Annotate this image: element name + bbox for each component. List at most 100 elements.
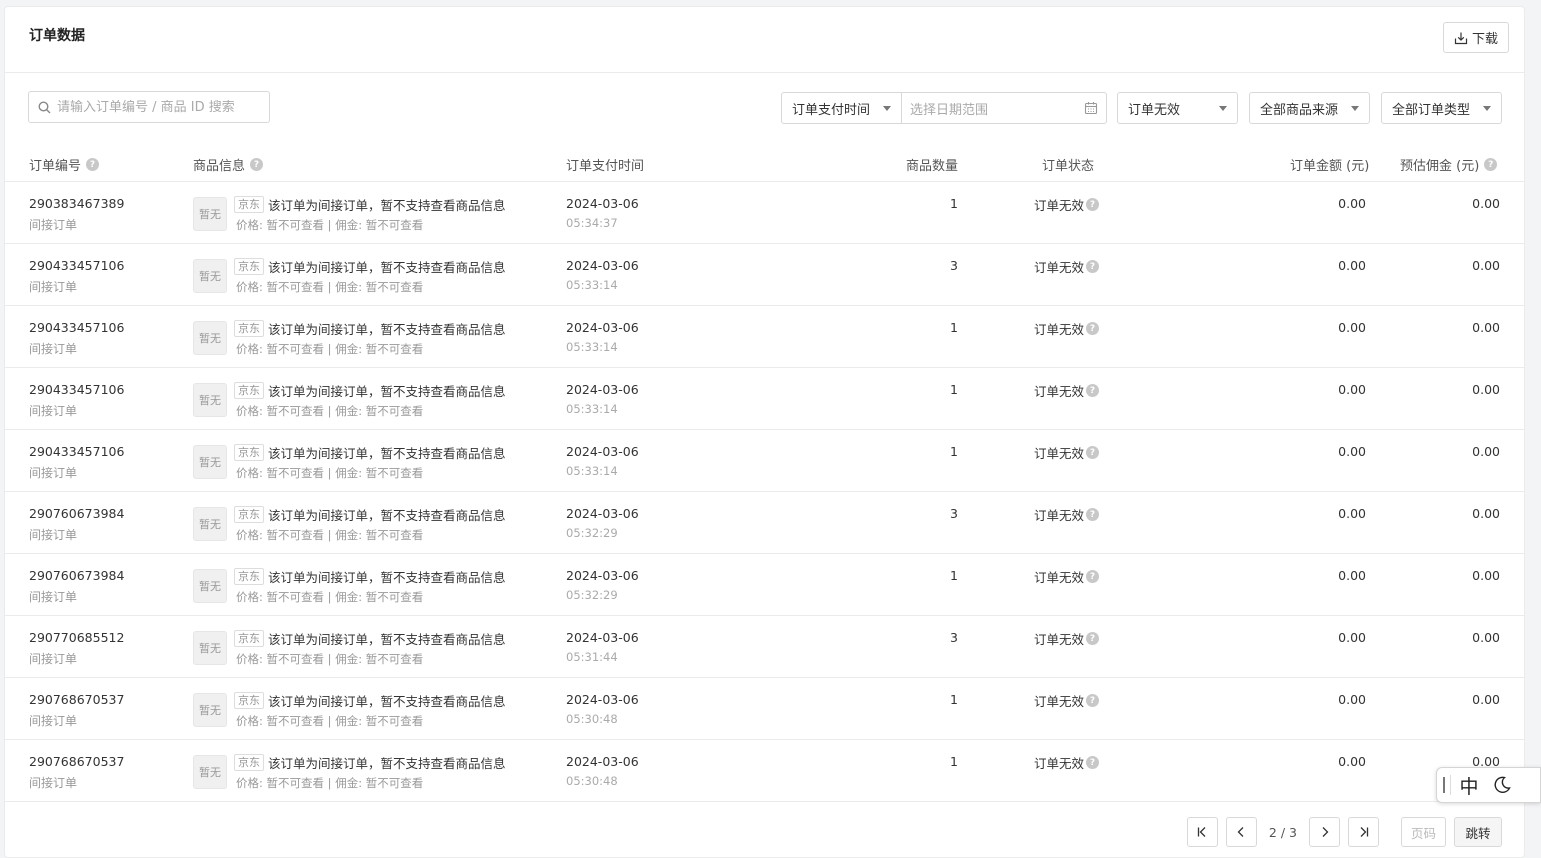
order-type: 间接订单 <box>29 342 78 356</box>
estimated-commission: 0.00 <box>1472 506 1500 521</box>
help-icon[interactable]: ? <box>86 158 100 171</box>
order-number[interactable]: 290768670537 <box>29 754 124 769</box>
ime-language-toggle[interactable]: 中 <box>1451 772 1487 799</box>
platform-tag: 京东 <box>234 320 264 337</box>
col-commission: 预估佣金 (元) ? <box>1400 155 1498 174</box>
goods-quantity: 1 <box>950 382 958 397</box>
goods-subinfo: 价格: 暂不可查看 | 佣金: 暂不可查看 <box>236 776 424 790</box>
goods-quantity: 3 <box>950 506 958 521</box>
pay-time: 05:30:48 <box>566 774 618 788</box>
goods-thumbnail: 暂无 <box>193 383 227 417</box>
help-icon[interactable]: ? <box>1086 570 1100 583</box>
help-icon[interactable]: ? <box>250 158 264 171</box>
col-qty-label: 商品数量 <box>906 159 959 174</box>
goods-subinfo: 价格: 暂不可查看 | 佣金: 暂不可查看 <box>236 528 424 542</box>
order-number[interactable]: 290770685512 <box>29 630 124 645</box>
download-button[interactable]: 下载 <box>1443 22 1509 53</box>
goods-subinfo: 价格: 暂不可查看 | 佣金: 暂不可查看 <box>236 404 424 418</box>
table-row[interactable]: 290770685512 间接订单 暂无 京东 该订单为间接订单，暂不支持查看商… <box>5 616 1524 678</box>
last-page-button[interactable] <box>1348 817 1379 847</box>
help-icon[interactable]: ? <box>1086 756 1100 769</box>
status-select[interactable]: 订单无效 <box>1117 92 1238 124</box>
estimated-commission: 0.00 <box>1472 568 1500 583</box>
help-icon[interactable]: ? <box>1086 694 1100 707</box>
help-icon[interactable]: ? <box>1086 508 1100 521</box>
goods-thumbnail: 暂无 <box>193 445 227 479</box>
table-row[interactable]: 290433457106 间接订单 暂无 京东 该订单为间接订单，暂不支持查看商… <box>5 368 1524 430</box>
order-number[interactable]: 290768670537 <box>29 692 124 707</box>
help-icon[interactable]: ? <box>1086 260 1100 273</box>
order-type: 间接订单 <box>29 404 78 418</box>
order-number[interactable]: 290433457106 <box>29 258 124 273</box>
goods-quantity: 1 <box>950 692 958 707</box>
date-type-select[interactable]: 订单支付时间 <box>782 93 902 123</box>
pay-time: 05:30:48 <box>566 712 618 726</box>
moon-icon[interactable] <box>1487 775 1517 795</box>
search-box[interactable] <box>28 91 270 123</box>
pay-date: 2024-03-06 <box>566 320 639 335</box>
col-amount: 订单金额 (元) <box>1290 155 1369 174</box>
date-filter: 订单支付时间 选择日期范围 <box>781 92 1107 124</box>
table-row[interactable]: 290760673984 间接订单 暂无 京东 该订单为间接订单，暂不支持查看商… <box>5 492 1524 554</box>
goods-subinfo: 价格: 暂不可查看 | 佣金: 暂不可查看 <box>236 590 424 604</box>
table-row[interactable]: 290768670537 间接订单 暂无 京东 该订单为间接订单，暂不支持查看商… <box>5 678 1524 740</box>
prev-page-button[interactable] <box>1225 817 1257 847</box>
table-row[interactable]: 290433457106 间接订单 暂无 京东 该订单为间接订单，暂不支持查看商… <box>5 306 1524 368</box>
order-type-select[interactable]: 全部订单类型 <box>1381 92 1502 124</box>
goods-title-line: 京东 该订单为间接订单，暂不支持查看商品信息 <box>234 567 506 586</box>
date-range-placeholder: 选择日期范围 <box>910 102 989 118</box>
pay-date: 2024-03-06 <box>566 630 639 645</box>
page-number-input[interactable]: 页码 <box>1401 817 1446 847</box>
order-number[interactable]: 290760673984 <box>29 506 124 521</box>
platform-tag: 京东 <box>234 568 264 585</box>
help-icon[interactable]: ? <box>1086 322 1100 335</box>
table-row[interactable]: 290433457106 间接订单 暂无 京东 该订单为间接订单，暂不支持查看商… <box>5 244 1524 306</box>
help-icon[interactable]: ? <box>1086 632 1100 645</box>
order-number[interactable]: 290433457106 <box>29 444 124 459</box>
col-pay-time-label: 订单支付时间 <box>566 159 645 174</box>
last-page-icon <box>1360 827 1368 837</box>
order-number[interactable]: 290383467389 <box>29 196 124 211</box>
help-icon[interactable]: ? <box>1086 384 1100 397</box>
order-number[interactable]: 290760673984 <box>29 568 124 583</box>
table-row[interactable]: 290760673984 间接订单 暂无 京东 该订单为间接订单，暂不支持查看商… <box>5 554 1524 616</box>
goods-thumbnail: 暂无 <box>193 321 227 355</box>
order-amount: 0.00 <box>1338 382 1366 397</box>
search-icon <box>38 100 51 113</box>
search-input[interactable] <box>57 99 257 115</box>
download-icon <box>1454 32 1468 44</box>
table-row[interactable]: 290433457106 间接订单 暂无 京东 该订单为间接订单，暂不支持查看商… <box>5 430 1524 492</box>
estimated-commission: 0.00 <box>1472 320 1500 335</box>
order-status: 订单无效 ? <box>1034 567 1100 586</box>
date-range-picker[interactable]: 选择日期范围 <box>902 93 1106 123</box>
goods-quantity: 3 <box>950 630 958 645</box>
order-status: 订单无效 ? <box>1034 257 1100 276</box>
order-type: 间接订单 <box>29 776 78 790</box>
help-icon[interactable]: ? <box>1086 446 1100 459</box>
next-page-button[interactable] <box>1309 817 1340 847</box>
table-row[interactable]: 290383467389 间接订单 暂无 京东 该订单为间接订单，暂不支持查看商… <box>5 182 1524 244</box>
goods-thumbnail: 暂无 <box>193 755 227 789</box>
goods-subinfo: 价格: 暂不可查看 | 佣金: 暂不可查看 <box>236 218 424 232</box>
pay-date: 2024-03-06 <box>566 568 639 583</box>
order-status: 订单无效 ? <box>1034 443 1100 462</box>
order-number[interactable]: 290433457106 <box>29 320 124 335</box>
help-icon[interactable]: ? <box>1086 198 1100 211</box>
chevron-left-icon <box>1238 827 1244 837</box>
platform-tag: 京东 <box>234 754 264 771</box>
first-page-button[interactable] <box>1186 817 1218 847</box>
goods-title: 该订单为间接订单，暂不支持查看商品信息 <box>268 198 506 213</box>
ime-drag-handle[interactable] <box>1437 775 1451 795</box>
order-status-label: 订单无效 <box>1034 198 1085 213</box>
help-icon[interactable]: ? <box>1484 158 1498 171</box>
source-select[interactable]: 全部商品来源 <box>1249 92 1370 124</box>
jump-button[interactable]: 跳转 <box>1454 817 1502 847</box>
orders-table: 订单编号 ? 商品信息 ? 订单支付时间 商品数量 订单状态 订单金额 (元) … <box>5 144 1524 802</box>
source-select-value: 全部商品来源 <box>1260 102 1339 118</box>
platform-tag: 京东 <box>234 196 264 213</box>
order-status: 订单无效 ? <box>1034 195 1100 214</box>
platform-tag: 京东 <box>234 444 264 461</box>
goods-thumbnail: 暂无 <box>193 693 227 727</box>
table-row[interactable]: 290768670537 间接订单 暂无 京东 该订单为间接订单，暂不支持查看商… <box>5 740 1524 802</box>
order-number[interactable]: 290433457106 <box>29 382 124 397</box>
